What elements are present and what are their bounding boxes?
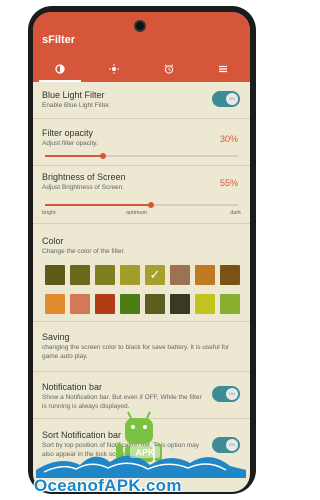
- brightness-slider-fill: [45, 204, 152, 206]
- brightness-label-optimum: optimum: [126, 210, 148, 216]
- sun-icon: [109, 64, 120, 74]
- color-swatch-grid: ✓: [45, 265, 240, 314]
- color-title: Color: [42, 236, 64, 246]
- watermark-badge: APK: [130, 446, 160, 458]
- check-icon: ✓: [149, 267, 161, 282]
- color-swatch[interactable]: [220, 265, 240, 285]
- brightness-label-dark: dark: [230, 210, 241, 216]
- color-subtitle: Change the color of the filter.: [42, 248, 126, 255]
- color-swatch[interactable]: [195, 294, 215, 314]
- opacity-slider-thumb[interactable]: [99, 153, 106, 159]
- brightness-title: Brightness of Screen: [42, 172, 126, 182]
- opacity-slider[interactable]: [45, 153, 238, 159]
- color-swatch[interactable]: [195, 265, 215, 285]
- opacity-row: Filter opacity Adjust filter opacity. 30…: [33, 119, 250, 166]
- opacity-slider-fill: [45, 155, 103, 157]
- brightness-row: Brightness of Screen Adjust Brightness o…: [33, 166, 250, 224]
- brightness-value: 55%: [219, 178, 238, 188]
- tab-filter[interactable]: [33, 56, 87, 82]
- brightness-subtitle: Adjust Brightness of Screen.: [42, 184, 125, 191]
- color-swatch[interactable]: [170, 265, 190, 285]
- opacity-title: Filter opacity: [42, 128, 94, 138]
- tab-bar: [33, 56, 250, 82]
- notification-title: Notification bar: [42, 382, 103, 392]
- color-swatch[interactable]: [45, 265, 65, 285]
- color-swatch[interactable]: [220, 294, 240, 314]
- blue-light-subtitle: Enable Blue Light Filter.: [42, 102, 111, 109]
- tab-schedule[interactable]: [142, 56, 196, 82]
- color-swatch[interactable]: [120, 265, 140, 285]
- saving-title: Saving: [42, 332, 70, 342]
- notification-subtitle: Show a Notification bar. But even if OFF…: [42, 394, 202, 410]
- color-swatch[interactable]: [145, 294, 165, 314]
- color-swatch[interactable]: [45, 294, 65, 314]
- color-swatch[interactable]: [170, 294, 190, 314]
- brightness-slider-thumb[interactable]: [148, 202, 155, 208]
- app-title: sFilter: [42, 34, 76, 46]
- color-swatch[interactable]: [70, 265, 90, 285]
- saving-subtitle: changing the screen color to black for s…: [42, 344, 230, 360]
- color-swatch[interactable]: ✓: [145, 265, 165, 285]
- menu-icon: [218, 65, 227, 73]
- saving-row[interactable]: Saving changing the screen color to blac…: [33, 322, 250, 372]
- watermark-badge-text: APK: [135, 448, 155, 458]
- watermark-text: OceanofAPK.com: [34, 476, 182, 495]
- alarm-clock-icon: [164, 64, 173, 74]
- opacity-value: 30%: [219, 134, 238, 144]
- tab-brightness[interactable]: [87, 56, 141, 82]
- blue-light-toggle[interactable]: [212, 91, 240, 107]
- notification-toggle[interactable]: [212, 386, 240, 402]
- brightness-slider[interactable]: [45, 202, 238, 208]
- tab-menu[interactable]: [196, 56, 250, 82]
- color-row: Color Change the color of the filter. ✓: [33, 224, 250, 322]
- color-swatch[interactable]: [95, 294, 115, 314]
- color-swatch[interactable]: [120, 294, 140, 314]
- color-swatch[interactable]: [95, 265, 115, 285]
- brightness-label-bright: bright: [42, 210, 56, 216]
- blue-light-row[interactable]: Blue Light Filter Enable Blue Light Filt…: [33, 82, 250, 119]
- opacity-subtitle: Adjust filter opacity.: [42, 140, 98, 147]
- color-swatch[interactable]: [70, 294, 90, 314]
- front-camera: [134, 20, 146, 32]
- brightness-icon: [55, 64, 65, 74]
